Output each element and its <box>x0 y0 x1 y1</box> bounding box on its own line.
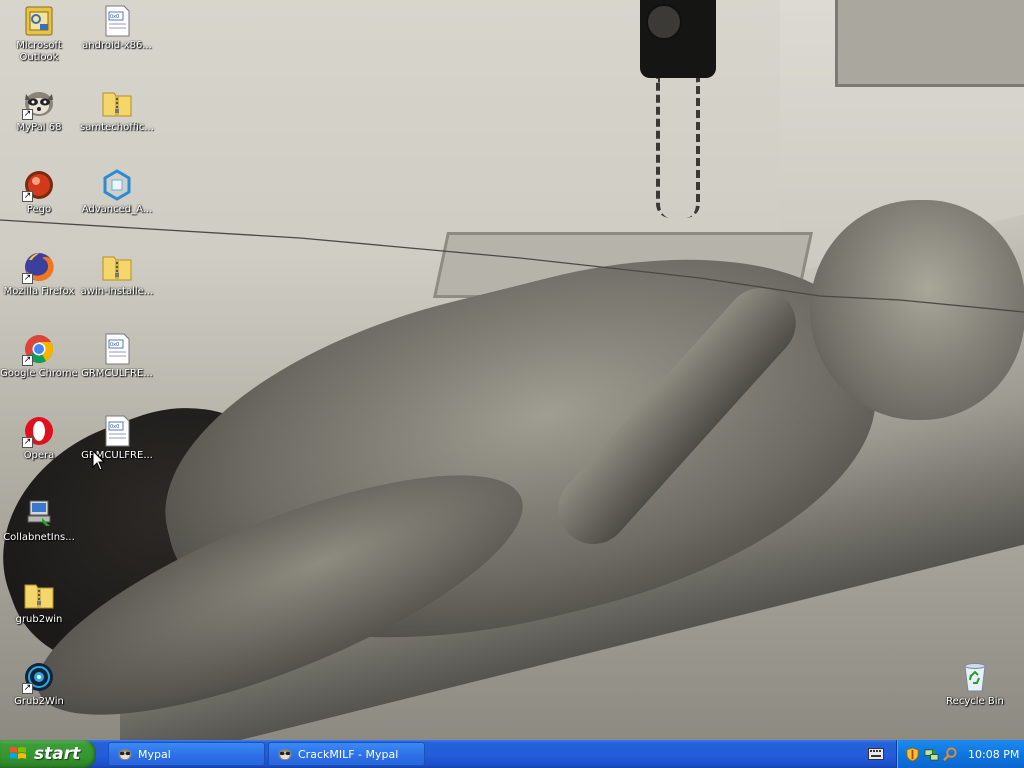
taskbar-clock[interactable]: 10:08 PM <box>968 748 1019 761</box>
start-button[interactable]: start <box>0 740 96 768</box>
pego-icon: ↗ <box>22 168 56 202</box>
mypal-icon <box>278 748 292 761</box>
document-icon: 0x0 <box>100 414 134 448</box>
firefox-icon: ↗ <box>22 250 56 284</box>
outlook-icon <box>22 4 56 38</box>
desktop-icon-grmculfre-2[interactable]: 0x0 GRMCULFRE... <box>78 414 156 462</box>
recycle-bin-icon <box>958 660 992 694</box>
desktop-icon-advanced-a[interactable]: Advanced_A... <box>78 168 156 216</box>
zip-folder-icon <box>100 86 134 120</box>
taskbar-button-crackmilf-mypal[interactable]: CrackMILF - Mypal <box>268 742 425 766</box>
svg-text:0x0: 0x0 <box>110 14 119 20</box>
desktop-icon-opera[interactable]: ↗ Opera <box>0 414 78 462</box>
icon-label: android-x86... <box>82 40 152 51</box>
desktop-icon-recycle-bin[interactable]: Recycle Bin <box>936 660 1014 708</box>
desktop-icon-pego[interactable]: ↗ Pego <box>0 168 78 216</box>
advanced-installer-icon <box>100 168 134 202</box>
shortcut-arrow-icon: ↗ <box>22 273 33 284</box>
mypal-icon: ↗ <box>22 86 56 120</box>
icon-label-line2: Outlook <box>19 52 59 63</box>
taskbar-button-label: Mypal <box>138 747 171 761</box>
taskbar-button-mypal[interactable]: Mypal <box>108 742 265 766</box>
desktop-icon-microsoft-outlook[interactable]: Microsoft Outlook <box>0 4 78 64</box>
zip-folder-icon <box>22 578 56 612</box>
icon-label: Advanced_A... <box>81 204 153 215</box>
search-icon[interactable] <box>943 746 958 762</box>
document-icon: 0x0 <box>100 4 134 38</box>
taskbar: start Mypal CrackMILF - Mypal 10:08 PM <box>0 740 1024 768</box>
document-icon: 0x0 <box>100 332 134 366</box>
zip-folder-icon <box>100 250 134 284</box>
desktop-icon-mypal-68[interactable]: ↗ MyPal 68 <box>0 86 78 134</box>
icon-label: GRMCULFRE... <box>81 450 153 461</box>
chrome-icon: ↗ <box>22 332 56 366</box>
desktop-icon-google-chrome[interactable]: ↗ Google Chrome <box>0 332 78 380</box>
icon-label: MyPal 68 <box>16 122 62 133</box>
shortcut-arrow-icon: ↗ <box>22 437 33 448</box>
network-icon[interactable] <box>924 747 939 762</box>
security-shield-icon[interactable] <box>905 746 920 762</box>
windows-flag-icon <box>10 747 26 759</box>
icon-label: Grub2Win <box>14 696 64 707</box>
icon-label-line1: Microsoft <box>16 40 62 51</box>
svg-text:0x0: 0x0 <box>110 424 119 430</box>
desktop-icon-collabnet-installer[interactable]: CollabnetIns... <box>0 496 78 544</box>
desktop-icon-grmculfre-1[interactable]: 0x0 GRMCULFRE... <box>78 332 156 380</box>
icon-label: Mozilla Firefox <box>3 286 75 297</box>
icon-label: GRMCULFRE... <box>81 368 153 379</box>
desktop-icon-samtechoffic[interactable]: samtechoffic... <box>78 86 156 134</box>
icon-label: Pego <box>26 204 52 215</box>
shortcut-arrow-icon: ↗ <box>22 191 33 202</box>
shortcut-arrow-icon: ↗ <box>22 109 33 120</box>
start-label: start <box>34 744 81 764</box>
mouse-cursor-icon <box>92 450 106 471</box>
desktop-icon-grub2win[interactable]: ↗ Grub2Win <box>0 660 78 708</box>
icon-label: samtechoffic... <box>80 122 154 133</box>
opera-icon: ↗ <box>22 414 56 448</box>
desktop-icon-grub2win-folder[interactable]: grub2win <box>0 578 78 626</box>
icon-label: awin-installe... <box>80 286 154 297</box>
icon-label: Google Chrome <box>0 368 78 379</box>
desktop-icon-android-x86[interactable]: 0x0 android-x86... <box>78 4 156 52</box>
system-tray: 10:08 PM <box>896 740 1024 768</box>
icon-label: CollabnetIns... <box>3 532 75 543</box>
icon-label: Opera <box>23 450 55 461</box>
icon-label: Recycle Bin <box>946 696 1004 707</box>
shortcut-arrow-icon: ↗ <box>22 683 33 694</box>
keyboard-icon[interactable] <box>868 748 884 760</box>
icon-label: grub2win <box>15 614 63 625</box>
grub2win-icon: ↗ <box>22 660 56 694</box>
desktop-icon-mozilla-firefox[interactable]: ↗ Mozilla Firefox <box>0 250 78 298</box>
installer-icon <box>22 496 56 530</box>
taskbar-button-label: CrackMILF - Mypal <box>298 747 399 761</box>
shortcut-arrow-icon: ↗ <box>22 355 33 366</box>
mypal-icon <box>118 748 132 761</box>
svg-text:0x0: 0x0 <box>110 342 119 348</box>
desktop-icon-awin-installer[interactable]: awin-installe... <box>78 250 156 298</box>
